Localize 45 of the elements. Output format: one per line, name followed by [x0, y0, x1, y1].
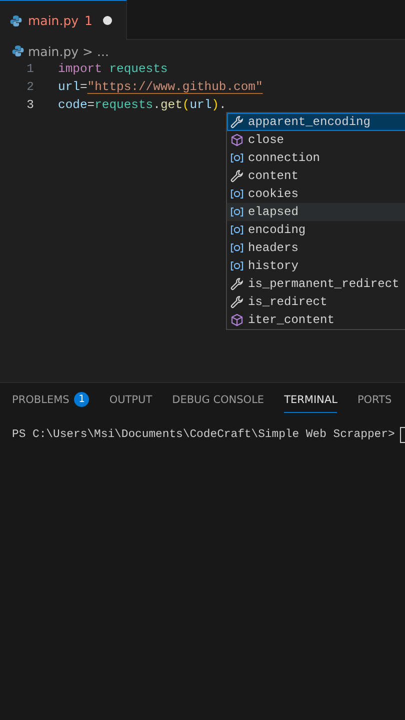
panel-tab[interactable]: TERMINAL [284, 391, 338, 413]
breadcrumb-file[interactable]: main.py [28, 44, 79, 58]
suggestion-item[interactable]: close [227, 131, 405, 149]
line-number: 2 [26, 80, 35, 94]
count-badge: 1 [74, 392, 90, 407]
wrench-icon [230, 277, 244, 291]
suggestion-item[interactable]: elapsed [227, 203, 405, 221]
suggestion-item[interactable]: content [227, 167, 405, 185]
code-line: import requests [58, 62, 168, 76]
suggestion-item[interactable]: history [227, 257, 405, 275]
suggestion-item[interactable]: apparent_encoding [227, 113, 405, 131]
suggestion-item[interactable]: connection [227, 149, 405, 167]
python-icon [10, 14, 22, 26]
field-icon [230, 241, 244, 255]
field-icon [230, 205, 244, 219]
panel-tab[interactable]: PROBLEMS 1 [12, 391, 90, 413]
breadcrumb-separator: > [82, 44, 94, 58]
panel-tab[interactable]: PORTS [357, 391, 392, 413]
tab-label: main.py [28, 13, 79, 28]
cube-icon [230, 313, 244, 327]
suggestion-item[interactable]: iter_content [227, 311, 405, 329]
field-icon [230, 223, 244, 237]
suggestion-item[interactable]: is_redirect [227, 293, 405, 311]
editor-tab[interactable]: main.py 1 [0, 0, 126, 40]
suggestion-item[interactable]: encoding [227, 221, 405, 239]
field-icon [230, 259, 244, 273]
breadcrumb-more[interactable]: ... [97, 44, 109, 58]
wrench-icon [230, 115, 244, 129]
python-icon [12, 45, 24, 57]
line-number: 1 [26, 62, 35, 76]
wrench-icon [230, 295, 244, 309]
suggestion-item[interactable]: headers [227, 239, 405, 257]
code-line: code=requests.get(url). [58, 98, 226, 112]
suggestion-item[interactable]: is_permanent_redirect [227, 275, 405, 293]
wrench-icon [230, 169, 244, 183]
code-line: url="https://www.github.com" [58, 80, 263, 94]
panel-tab[interactable]: OUTPUT [109, 391, 152, 413]
suggestion-item[interactable]: cookies [227, 185, 405, 203]
panel-tab[interactable]: DEBUG CONSOLE [172, 391, 264, 413]
line-number: 3 [26, 98, 35, 112]
field-icon [230, 151, 244, 165]
field-icon [230, 187, 244, 201]
terminal-prompt: PS C:\Users\Msi\Documents\CodeCraft\Simple Web Scrapper> [12, 429, 395, 441]
cube-icon [230, 133, 244, 147]
problem-count: 1 [84, 13, 92, 28]
